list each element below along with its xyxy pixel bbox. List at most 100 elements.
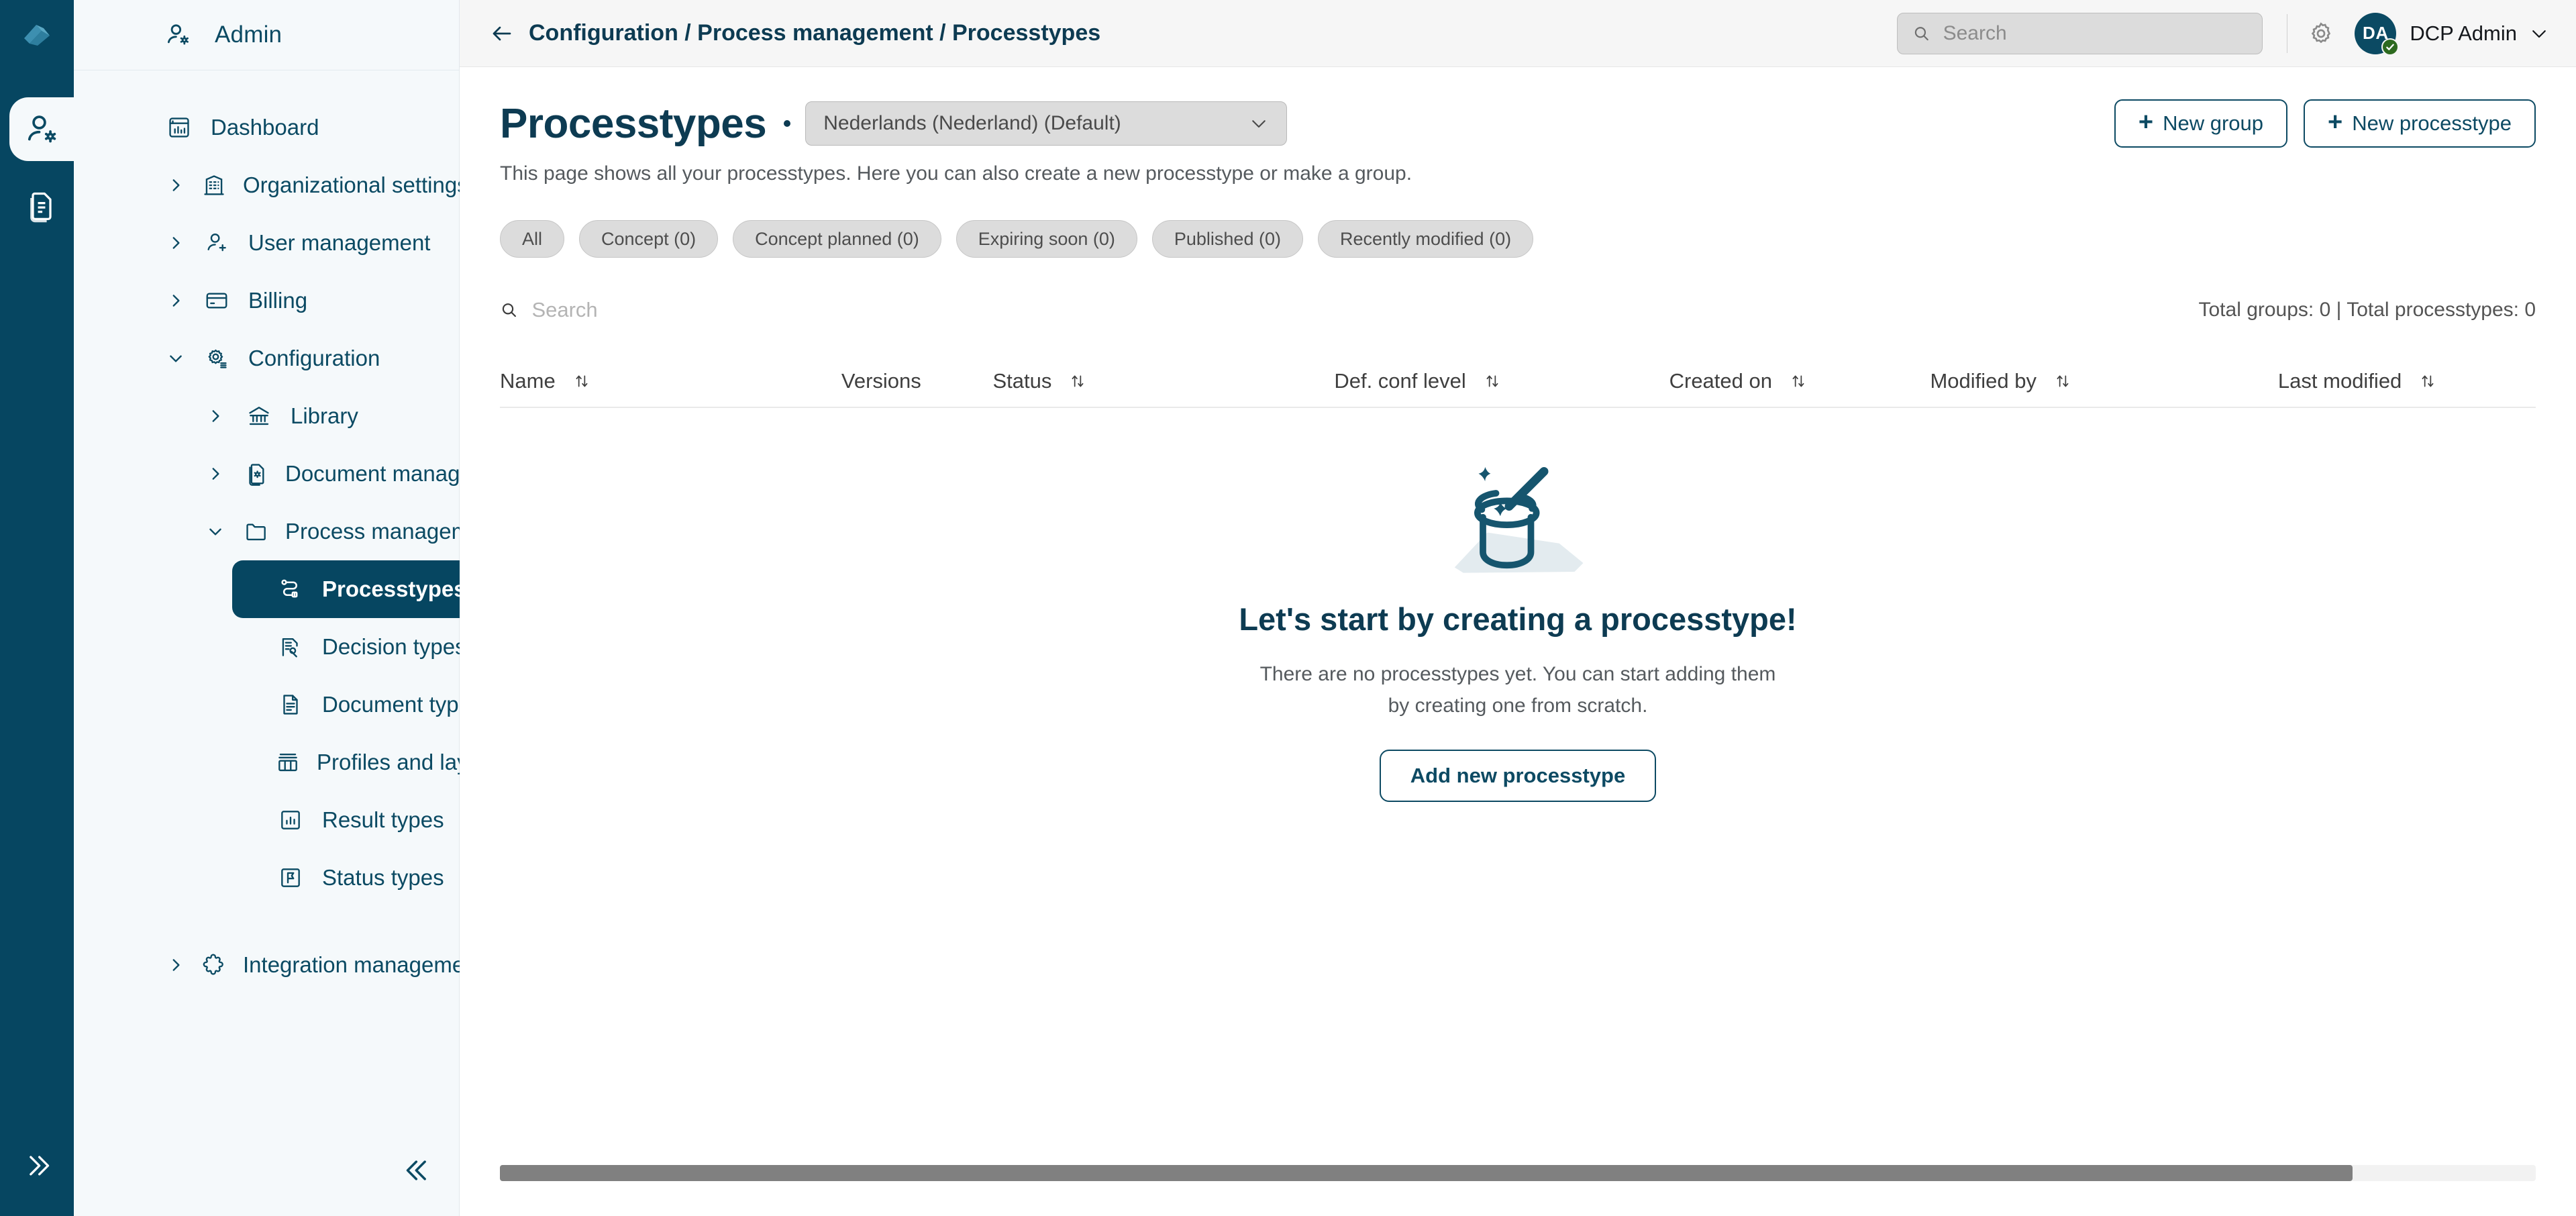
sidebar-item-label: Document types [322, 692, 482, 717]
rail-item-documents[interactable] [9, 174, 74, 238]
global-search[interactable] [1897, 12, 2263, 54]
user-menu-button[interactable] [2529, 23, 2549, 44]
card-icon [201, 288, 232, 313]
page-content: Processtypes Nederlands (Nederland) (Def… [460, 67, 2576, 1216]
empty-state-line1: There are no processtypes yet. You can s… [1259, 663, 1776, 685]
back-button[interactable] [490, 21, 514, 46]
chevron-down-icon[interactable] [205, 523, 225, 540]
column-label: Status [992, 369, 1052, 393]
top-bar: Configuration / Process management / Pro… [460, 0, 2576, 67]
table-header-row: Name Versions Status Def. conf level Cre… [500, 356, 2536, 408]
filter-all[interactable]: All [500, 220, 565, 258]
horizontal-scrollbar[interactable] [500, 1165, 2536, 1181]
global-search-input[interactable] [1943, 21, 2248, 45]
sidebar-item-billing[interactable]: Billing [74, 272, 459, 330]
sidebar-item-dashboard[interactable]: Dashboard [74, 99, 459, 156]
app-root: Admin Dashboard Organizational settings … [0, 0, 2576, 1216]
table-search-input[interactable] [531, 298, 876, 322]
sidebar-item-label: User management [248, 230, 431, 255]
table-tools: Total groups: 0 | Total processtypes: 0 [500, 293, 2536, 327]
page-actions: + New group + New processtype [2114, 99, 2536, 148]
sidebar-item-status-types[interactable]: Status types [232, 849, 487, 907]
sidebar-item-label: Configuration [248, 346, 380, 370]
totals-label: Total groups: 0 | Total processtypes: 0 [2198, 299, 2536, 321]
user-settings-icon [28, 115, 56, 142]
sort-toggle-icon[interactable] [2054, 372, 2071, 390]
sidebar-item-label: Decision types [322, 634, 466, 659]
sidebar-item-process-management[interactable]: Process management [74, 503, 501, 560]
sort-toggle-icon[interactable] [2419, 372, 2436, 390]
sidebar-item-profiles-and-layout[interactable]: Profiles and layout [232, 733, 499, 791]
add-new-processtype-button[interactable]: Add new processtype [1379, 750, 1657, 802]
arrow-left-icon [493, 26, 511, 40]
column-label: Def. conf level [1334, 369, 1466, 393]
sidebar-item-integration-management[interactable]: Integration management [74, 936, 483, 994]
chevron-right-icon[interactable] [166, 956, 186, 974]
language-select-value: Nederlands (Nederland) (Default) [823, 112, 1121, 134]
empty-state-description: There are no processtypes yet. You can s… [1260, 659, 1776, 721]
sort-toggle-icon[interactable] [1484, 372, 1501, 390]
sidebar-item-user-management[interactable]: User management [74, 214, 459, 272]
plus-icon: + [2328, 108, 2343, 136]
breadcrumb-text: Configuration / Process management / Pro… [529, 20, 1101, 46]
user-name: DCP Admin [2410, 21, 2517, 45]
filter-concept[interactable]: Concept (0) [579, 220, 719, 258]
sidebar-collapse-button[interactable] [399, 1150, 439, 1190]
sidebar-item-result-types[interactable]: Result types [232, 791, 487, 849]
sidebar-item-configuration[interactable]: Configuration [74, 330, 459, 387]
sidebar-item-label: Dashboard [211, 115, 319, 140]
empty-state: Let's start by creating a processtype! T… [500, 450, 2536, 802]
new-group-button[interactable]: + New group [2114, 99, 2288, 148]
sidebar-item-document-types[interactable]: Document types [232, 676, 487, 733]
chevron-right-icon[interactable] [166, 292, 186, 309]
sidebar-item-organizational-settings[interactable]: Organizational settings [74, 156, 468, 214]
table-search[interactable] [500, 298, 876, 322]
language-select[interactable]: Nederlands (Nederland) (Default) [805, 101, 1288, 146]
page-header: Processtypes Nederlands (Nederland) (Def… [500, 67, 2536, 148]
filter-expiring-soon[interactable]: Expiring soon (0) [956, 220, 1137, 258]
filter-recently-modified[interactable]: Recently modified (0) [1317, 220, 1534, 258]
filter-concept-planned[interactable]: Concept planned (0) [733, 220, 941, 258]
sidebar-item-document-management[interactable]: Document management [74, 445, 521, 503]
sidebar-item-label: Result types [322, 807, 444, 832]
decision-icon [275, 634, 306, 660]
chevrons-right-icon [30, 1156, 50, 1176]
magic-hat-wand-icon [1454, 467, 1584, 573]
folder-icon [244, 519, 269, 544]
sidebar-item-label: Organizational settings [243, 172, 468, 197]
sidebar-item-decision-types[interactable]: Decision types [232, 618, 487, 676]
column-label: Modified by [1930, 369, 2037, 393]
column-header-last-modified: Last modified [2278, 369, 2536, 393]
chart-box-icon [275, 807, 306, 833]
sidebar-item-processtypes[interactable]: Processtypes [232, 560, 487, 618]
sidebar-item-library[interactable]: Library [74, 387, 459, 445]
new-processtype-button[interactable]: + New processtype [2304, 99, 2536, 148]
sort-toggle-icon[interactable] [1790, 372, 1807, 390]
empty-state-title: Let's start by creating a processtype! [1239, 601, 1797, 637]
rail-expand-button[interactable] [0, 1135, 74, 1196]
library-icon [244, 403, 274, 429]
sort-toggle-icon[interactable] [573, 372, 590, 390]
icon-rail [0, 0, 74, 1216]
layout-columns-icon [275, 750, 301, 775]
sidebar-nav: Dashboard Organizational settings User m… [74, 70, 521, 994]
chevron-right-icon[interactable] [166, 176, 186, 194]
chevron-right-icon[interactable] [205, 465, 225, 483]
avatar[interactable]: DA [2355, 12, 2400, 56]
column-label: Versions [841, 369, 921, 393]
chevron-down-icon[interactable] [166, 350, 186, 367]
app-logo[interactable] [0, 0, 74, 70]
chevron-right-icon[interactable] [166, 234, 186, 252]
filter-published[interactable]: Published (0) [1151, 220, 1303, 258]
column-label: Last modified [2277, 369, 2402, 393]
rail-item-admin[interactable] [9, 97, 74, 161]
check-icon [2386, 44, 2395, 50]
empty-state-line2: by creating one from scratch. [1388, 694, 1648, 717]
chevron-right-icon[interactable] [205, 407, 225, 425]
scrollbar-thumb[interactable] [500, 1165, 2353, 1181]
page-title: Processtypes [500, 100, 767, 147]
sort-toggle-icon[interactable] [1069, 372, 1086, 390]
settings-button[interactable] [2308, 20, 2334, 47]
user-add-icon [201, 230, 232, 256]
sidebar: Admin Dashboard Organizational settings … [74, 0, 521, 1216]
